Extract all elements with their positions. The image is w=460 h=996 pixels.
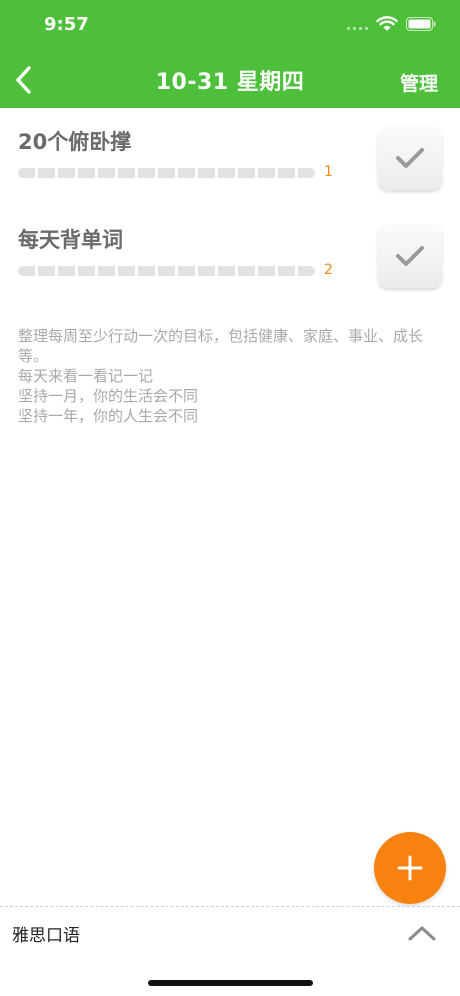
signal-icon [347,18,368,30]
wifi-icon [376,16,398,31]
task-count: 2 [324,262,333,278]
check-button[interactable] [378,224,442,288]
status-bar: 9:57 [0,0,460,50]
status-time: 9:57 [44,14,89,35]
checkmark-icon [396,148,424,168]
task-item[interactable]: 20个俯卧撑 1 [0,110,460,208]
task-title: 每天背单词 [18,228,123,252]
progress-track [18,266,315,276]
task-title: 20个俯卧撑 [18,130,132,154]
task-item[interactable]: 每天背单词 2 [0,208,460,306]
header: 9:57 10-31 星期四 管理 [0,0,460,108]
progress-track [18,168,315,178]
add-task-button[interactable] [374,832,446,904]
task-count: 1 [324,164,333,180]
checkmark-icon [396,246,424,266]
home-indicator [148,980,313,986]
hint-line: 坚持一月，你的生活会不同 [18,387,199,405]
plus-icon [397,855,423,881]
check-button[interactable] [378,126,442,190]
hint-line: 整理每周至少行动一次的目标，包括健康、家庭、事业、成长等。 [18,327,424,365]
battery-icon [406,17,436,31]
bottom-bar-label: 雅思口语 [12,926,80,946]
chevron-up-icon[interactable] [406,923,438,943]
page-title: 10-31 星期四 [155,70,305,95]
hint-line: 坚持一年，你的人生会不同 [18,407,199,425]
bottom-bar[interactable]: 雅思口语 [0,906,460,958]
hint-text: 整理每周至少行动一次的目标，包括健康、家庭、事业、成长等。 每天来看一看记一记 … [18,326,428,426]
status-icons [347,16,436,32]
manage-button[interactable]: 管理 [400,69,438,96]
hint-line: 每天来看一看记一记 [18,367,154,385]
